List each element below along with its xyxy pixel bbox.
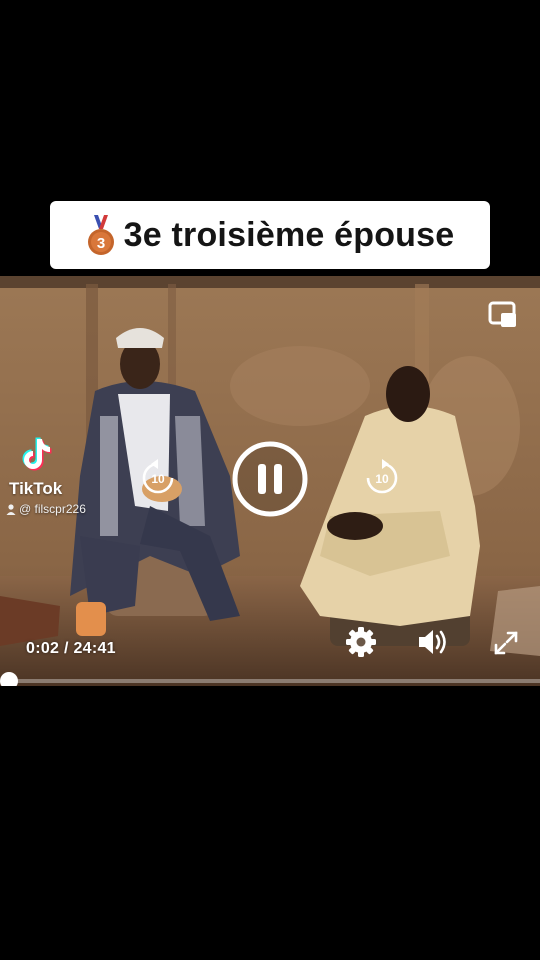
video-player[interactable]: 10 10 TikTok @ filscpr226 0:02 / 24:41 <box>0 276 540 686</box>
medal-number: 3 <box>96 235 104 252</box>
caption-text: 3e troisième épouse <box>123 215 455 254</box>
third-place-medal-icon: 3 <box>86 213 116 257</box>
forward-10-icon: 10 <box>366 459 398 494</box>
settings-button[interactable] <box>342 623 380 661</box>
tiktok-logo-icon <box>22 437 52 471</box>
rewind-seconds: 10 <box>151 472 165 486</box>
progress-scrubber[interactable] <box>0 672 18 686</box>
volume-button[interactable] <box>414 623 454 661</box>
caption-banner: 3 3e troisième épouse <box>50 201 490 269</box>
tiktok-watermark: TikTok @ filscpr226 <box>6 436 116 516</box>
gear-icon <box>346 627 376 657</box>
forward-seconds: 10 <box>375 472 389 486</box>
pause-icon <box>232 441 308 517</box>
fullscreen-icon <box>494 631 518 655</box>
rewind-10-button[interactable]: 10 <box>136 456 180 500</box>
volume-icon <box>419 630 446 654</box>
tiktok-username: @ filscpr226 <box>6 502 86 516</box>
picture-in-picture-button[interactable] <box>484 298 522 332</box>
user-icon <box>6 503 16 515</box>
rewind-10-icon: 10 <box>142 459 174 494</box>
tiktok-username-text: @ filscpr226 <box>19 502 86 516</box>
time-display: 0:02 / 24:41 <box>26 640 116 657</box>
tiktok-brand-label: TikTok <box>9 479 63 498</box>
picture-in-picture-icon <box>488 301 516 327</box>
pause-button[interactable] <box>230 439 310 519</box>
fullscreen-button[interactable] <box>489 626 523 660</box>
progress-track[interactable] <box>8 679 540 683</box>
forward-10-button[interactable]: 10 <box>360 456 404 500</box>
